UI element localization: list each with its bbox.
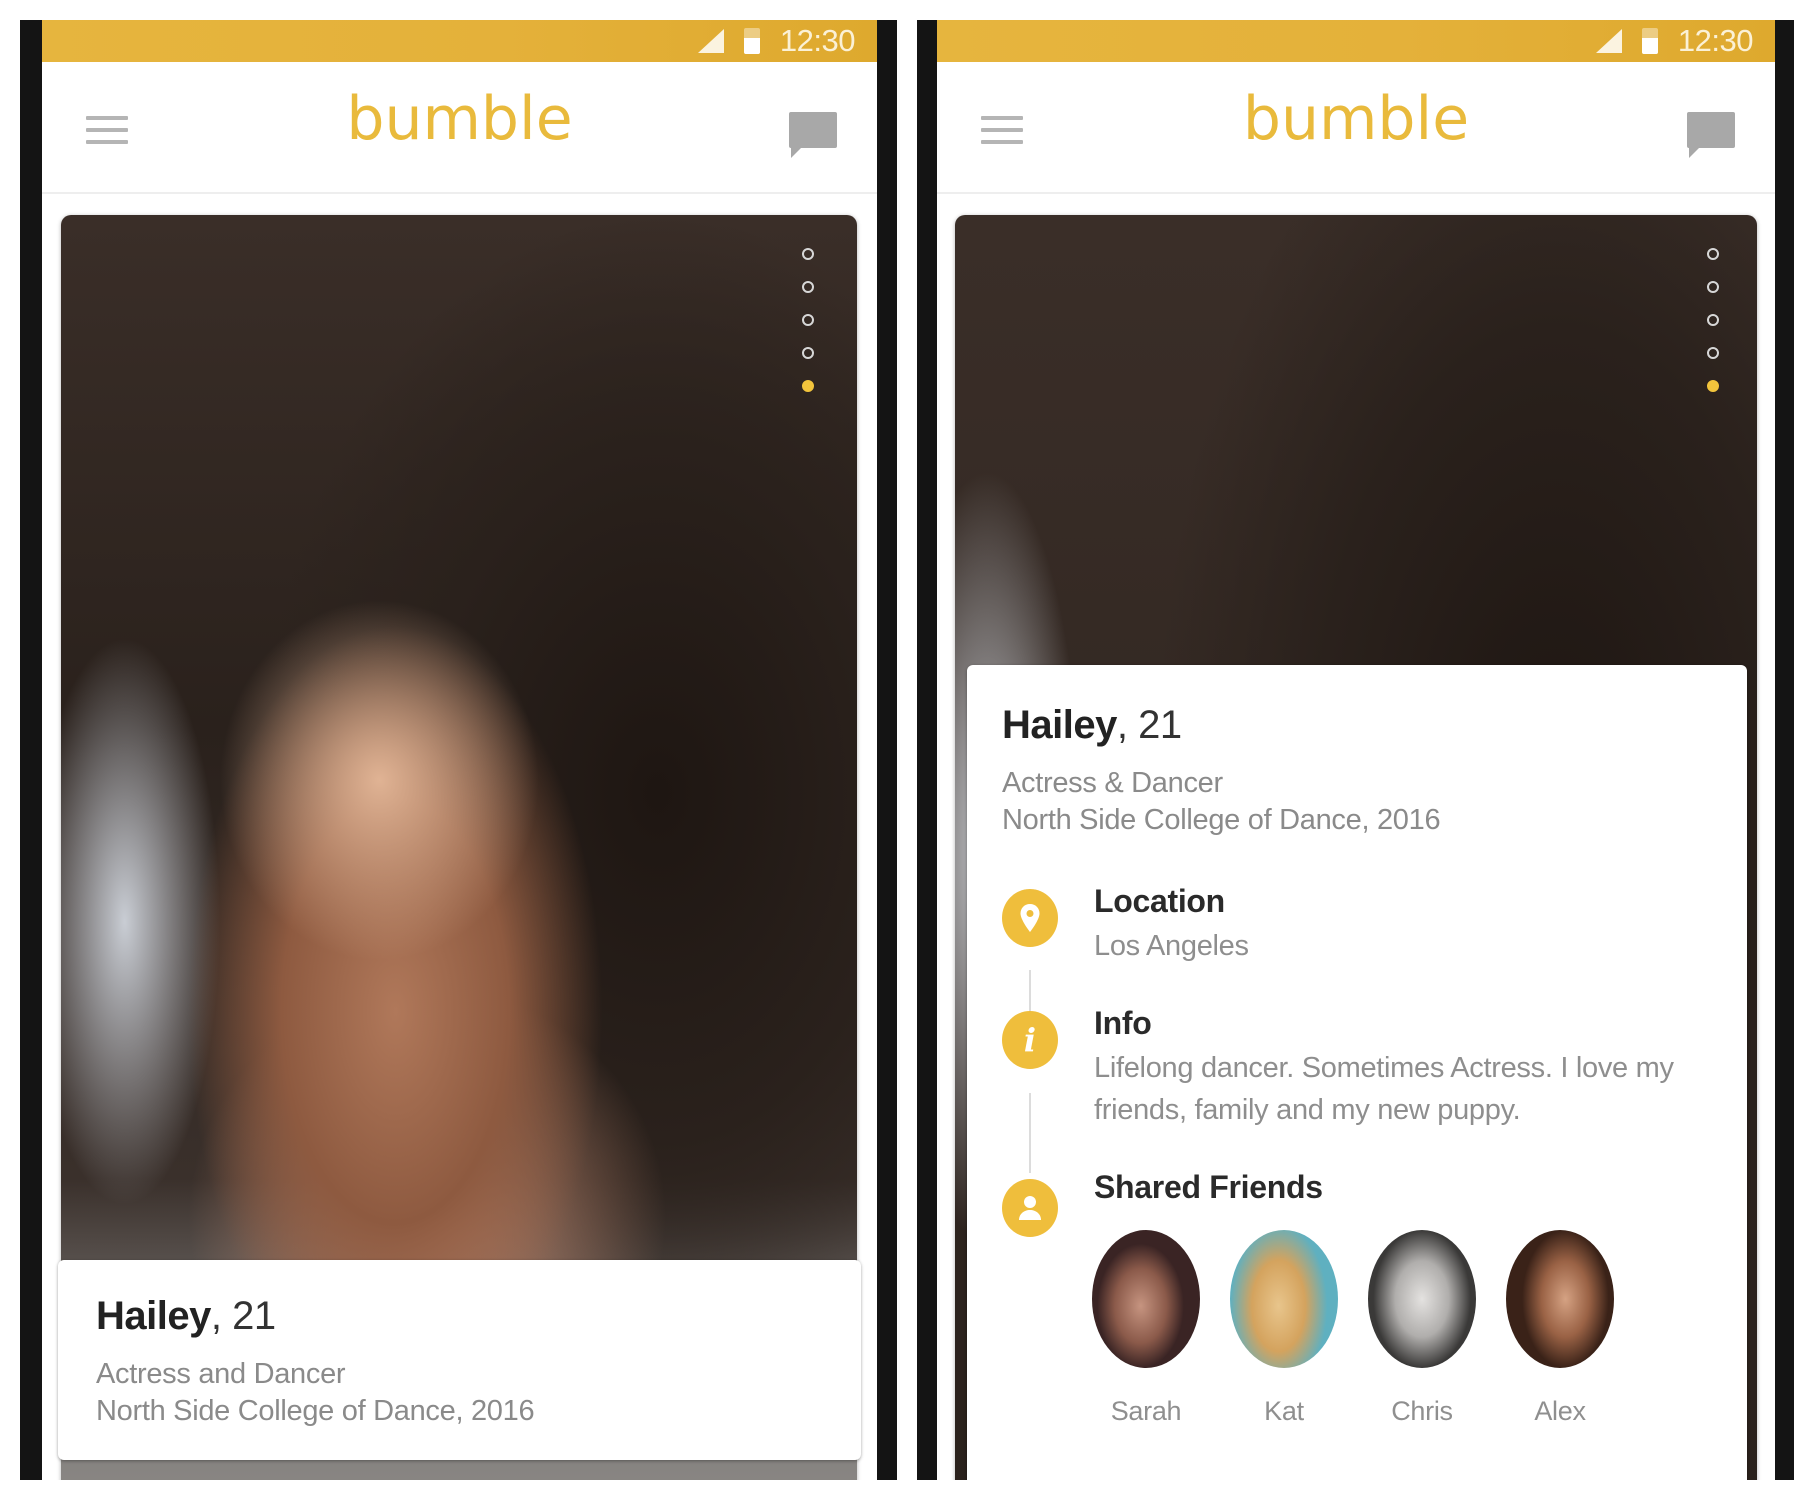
friend-name: Sarah — [1110, 1396, 1182, 1426]
chat-bubble-icon[interactable] — [789, 112, 837, 158]
info-value: Lifelong dancer. Sometimes Actress. I lo… — [1094, 1052, 1674, 1126]
app-logo: bumble — [346, 84, 573, 154]
pager-dot[interactable] — [1707, 281, 1719, 293]
pager-dot[interactable] — [1707, 248, 1719, 260]
profile-summary-card[interactable]: Hailey, 21 Actress and Dancer North Side… — [58, 1260, 861, 1460]
shared-friends-title: Shared Friends — [1094, 1169, 1323, 1205]
shared-friends-list: Sarah Kat Chris Alex — [1092, 1230, 1614, 1427]
status-time: 12:30 — [779, 23, 856, 58]
signal-icon — [1595, 29, 1622, 53]
location-pin-icon — [1002, 889, 1058, 947]
profile-occupation: Actress & Dancer — [1002, 767, 1223, 799]
battery-icon — [743, 28, 760, 54]
app-bar: bumble — [937, 62, 1775, 194]
battery-icon — [1641, 28, 1658, 54]
friend-name: Kat — [1264, 1396, 1304, 1426]
pager-dot[interactable] — [1707, 314, 1719, 326]
avatar — [1368, 1230, 1476, 1368]
app-bar: bumble — [42, 62, 877, 194]
pager-dot[interactable] — [802, 347, 814, 359]
avatar — [1092, 1230, 1200, 1368]
app-logo: bumble — [1242, 84, 1470, 154]
status-bar: 12:30 — [937, 20, 1775, 62]
pager-dot-active[interactable] — [1707, 380, 1719, 392]
profile-education: North Side College of Dance, 2016 — [96, 1395, 535, 1427]
pager-dot[interactable] — [802, 281, 814, 293]
status-time: 12:30 — [1677, 23, 1754, 58]
avatar — [1506, 1230, 1614, 1368]
photo-pager — [1707, 248, 1719, 392]
chat-bubble-icon[interactable] — [1687, 112, 1735, 158]
profile-details-card[interactable]: Hailey, 21 Actress & Dancer North Side C… — [967, 665, 1747, 1480]
location-title: Location — [1094, 883, 1225, 919]
profile-age: , 21 — [210, 1294, 276, 1338]
profile-education: North Side College of Dance, 2016 — [1002, 804, 1441, 836]
profile-details-screen: 12:30 bumble Hailey, 21 Actress & Dancer… — [937, 20, 1775, 1480]
info-icon: i — [1002, 1011, 1058, 1069]
profile-name: Hailey — [96, 1294, 211, 1338]
info-title: Info — [1094, 1005, 1152, 1041]
pager-dot-active[interactable] — [802, 380, 814, 392]
friend-name: Alex — [1534, 1396, 1586, 1426]
location-value: Los Angeles — [1094, 930, 1249, 962]
friend-item[interactable]: Sarah — [1092, 1230, 1200, 1427]
profile-name: Hailey — [1002, 703, 1117, 747]
avatar — [1230, 1230, 1338, 1368]
friend-item[interactable]: Alex — [1506, 1230, 1614, 1427]
status-bar: 12:30 — [42, 20, 877, 62]
profile-photo-screen: 12:30 bumble Hailey, 21 Actress and Danc… — [42, 20, 877, 1480]
pager-dot[interactable] — [802, 248, 814, 260]
phone-left: 12:30 bumble Hailey, 21 Actress and Danc… — [20, 20, 897, 1480]
timeline-connector — [1029, 1093, 1031, 1173]
person-icon — [1002, 1179, 1058, 1237]
profile-occupation: Actress and Dancer — [96, 1358, 346, 1390]
friend-name: Chris — [1391, 1396, 1453, 1426]
pager-dot[interactable] — [1707, 347, 1719, 359]
profile-name-age: Hailey, 21 — [1002, 703, 1182, 748]
friend-item[interactable]: Kat — [1230, 1230, 1338, 1427]
phone-right: 12:30 bumble Hailey, 21 Actress & Dancer… — [917, 20, 1794, 1480]
profile-name-age: Hailey, 21 — [96, 1294, 276, 1339]
pager-dot[interactable] — [802, 314, 814, 326]
friend-item[interactable]: Chris — [1368, 1230, 1476, 1427]
profile-age: , 21 — [1116, 703, 1182, 747]
signal-icon — [697, 29, 724, 53]
photo-pager — [802, 248, 814, 392]
